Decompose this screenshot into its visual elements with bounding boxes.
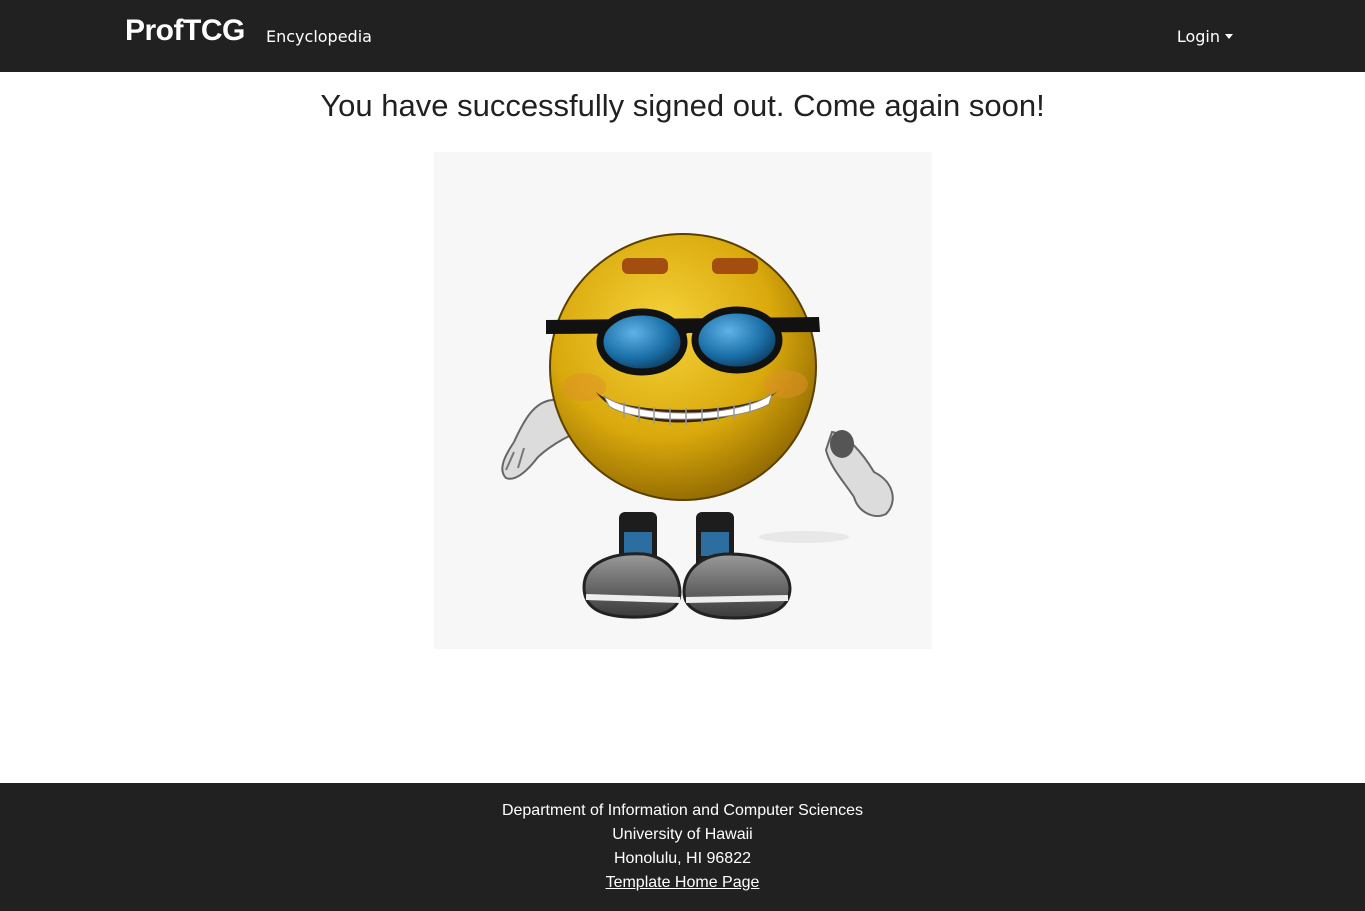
signout-heading: You have successfully signed out. Come a… <box>320 88 1045 123</box>
cool-smiley-icon <box>501 233 894 620</box>
footer-address: Honolulu, HI 96822 <box>614 850 751 867</box>
footer-department: Department of Information and Computer S… <box>501 802 864 819</box>
caret-down-icon <box>1225 34 1233 39</box>
template-home-page-link[interactable]: Template Home Page <box>606 874 760 891</box>
login-label: Login <box>1176 27 1220 46</box>
footer-university: University of Hawaii <box>612 826 753 843</box>
login-dropdown[interactable]: Login <box>1177 27 1233 46</box>
right-hand <box>824 430 894 517</box>
nav-link-encyclopedia[interactable]: Encyclopedia <box>266 27 372 46</box>
page-footer: Department of Information and Computer S… <box>0 783 1365 911</box>
top-navbar: ProfTCG Encyclopedia Login <box>0 0 1365 72</box>
smiley-image <box>434 152 932 649</box>
brand-logo-link[interactable]: ProfTCG <box>125 14 245 48</box>
